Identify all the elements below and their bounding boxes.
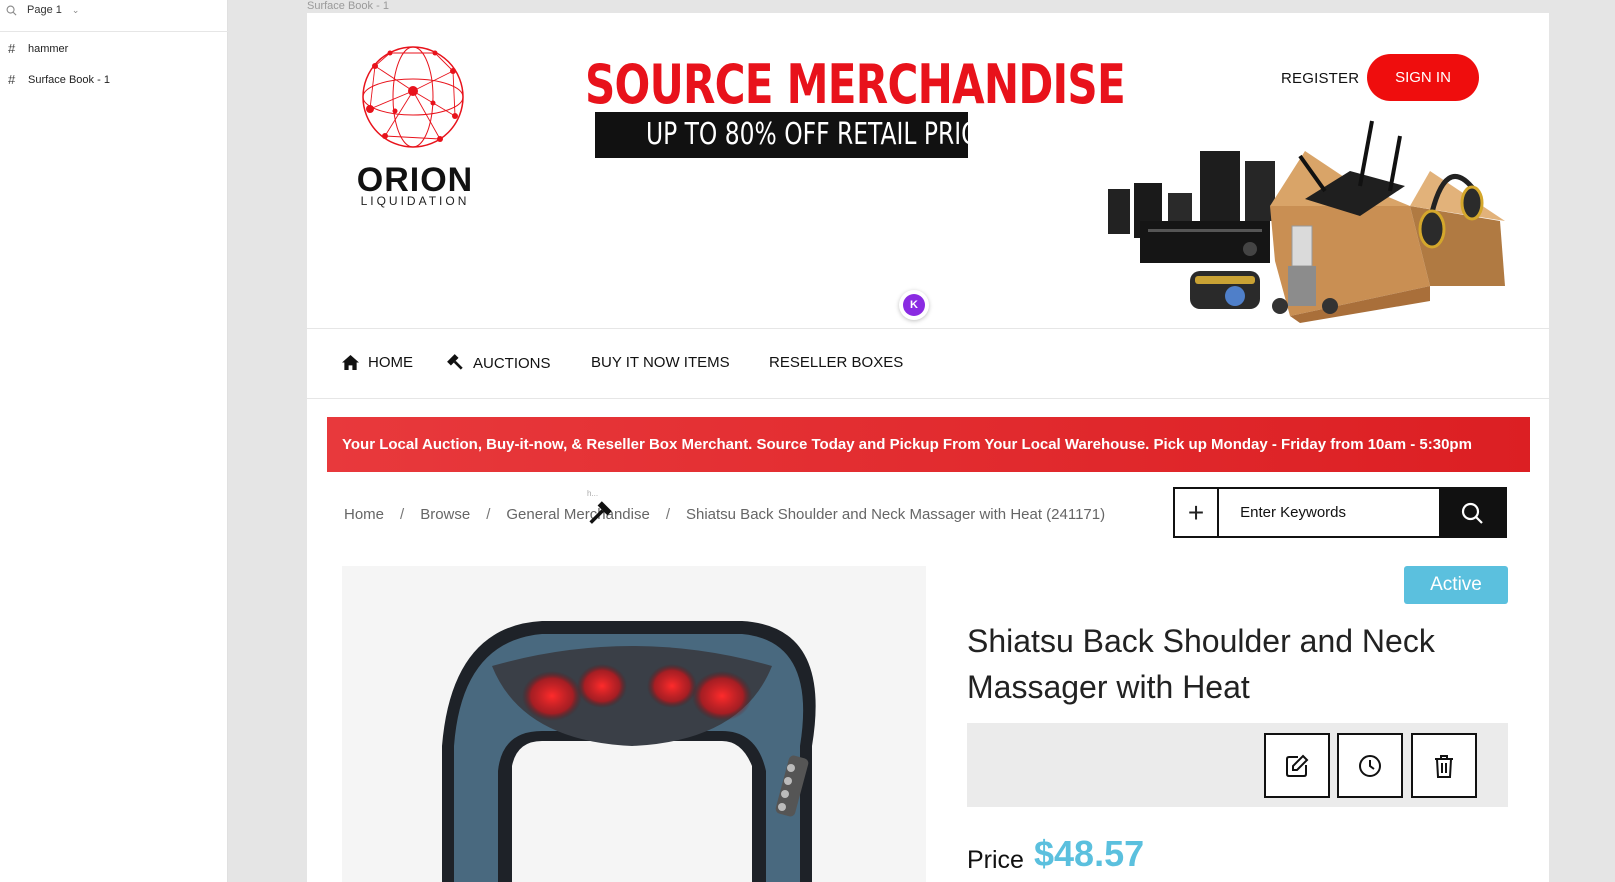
page-selector[interactable]: Page 1 ⌄ — [6, 4, 79, 16]
hover-label: h... — [587, 489, 599, 498]
breadcrumb-separator: / — [400, 506, 405, 523]
nav-reseller-boxes-label: RESELLER BOXES — [769, 354, 904, 371]
product-image[interactable] — [342, 566, 926, 882]
action-bar — [967, 723, 1508, 807]
frame-label[interactable]: Surface Book - 1 — [307, 0, 389, 12]
add-icon[interactable]: + — [1175, 489, 1220, 536]
price-value: $48.57 — [1034, 833, 1145, 874]
status-badge: Active — [1404, 566, 1508, 604]
main-nav: HOME AUCTIONS BUY IT NOW ITEMS RESELLER … — [307, 328, 1549, 399]
search-box: + — [1173, 487, 1507, 538]
globe-network-icon — [362, 46, 464, 148]
product-title: Shiatsu Back Shoulder and Neck Massager … — [967, 623, 1435, 705]
banner-subtitle-text: UP TO 80% OFF RETAIL PRICES — [645, 117, 968, 152]
home-icon — [342, 354, 359, 371]
layer-label: hammer — [28, 42, 69, 55]
gavel-icon — [447, 354, 463, 370]
frame-icon: # — [8, 41, 16, 56]
layers-panel: Page 1 ⌄ # hammer # Surface Book - 1 — [0, 0, 228, 882]
clock-icon — [1359, 754, 1381, 777]
register-link[interactable]: REGISTER — [1281, 70, 1359, 87]
avatar-initial: K — [903, 294, 925, 316]
search-icon[interactable] — [6, 5, 17, 16]
edit-icon — [1286, 754, 1309, 777]
breadcrumb-category[interactable]: General Merchandise — [506, 506, 649, 523]
layer-surface-book[interactable]: # Surface Book - 1 — [8, 72, 110, 87]
breadcrumb-separator: / — [486, 506, 491, 523]
delete-button[interactable] — [1411, 733, 1477, 798]
nav-home[interactable]: HOME — [341, 354, 413, 371]
breadcrumb-home[interactable]: Home — [344, 506, 384, 523]
breadcrumb-browse[interactable]: Browse — [420, 506, 470, 523]
logo-subtitle: LIQUIDATION — [360, 194, 470, 208]
history-button[interactable] — [1337, 733, 1403, 798]
banner-subtitle: UP TO 80% OFF RETAIL PRICES — [595, 112, 968, 158]
search-input[interactable] — [1219, 489, 1440, 536]
breadcrumb-separator: / — [665, 506, 670, 523]
sign-in-button[interactable]: SIGN IN — [1367, 54, 1479, 101]
banner-title: SOURCE MERCHANDISE — [585, 53, 1126, 116]
neck-massager-image — [442, 621, 816, 882]
collaborator-avatar[interactable]: K — [899, 290, 929, 320]
nav-auctions[interactable]: AUCTIONS — [447, 354, 551, 372]
breadcrumb: Home / Browse / General Merchandise / Sh… — [344, 506, 1105, 523]
panel-divider — [0, 31, 228, 32]
nav-buy-it-now-label: BUY IT NOW ITEMS — [591, 354, 730, 371]
layer-hammer[interactable]: # hammer — [8, 41, 68, 56]
notice-banner: Your Local Auction, Buy-it-now, & Resell… — [327, 417, 1530, 472]
price-label: Price — [967, 846, 1024, 874]
canvas-frame: ORION LIQUIDATION SOURCE MERCHANDISE UP … — [307, 13, 1549, 882]
edit-button[interactable] — [1264, 733, 1330, 798]
nav-buy-it-now[interactable]: BUY IT NOW ITEMS — [591, 354, 730, 371]
breadcrumb-current: Shiatsu Back Shoulder and Neck Massager … — [685, 506, 1106, 523]
nav-reseller-boxes[interactable]: RESELLER BOXES — [769, 354, 903, 371]
search-icon — [1461, 502, 1483, 524]
nav-auctions-label: AUCTIONS — [473, 354, 551, 372]
page-selector-label: Page 1 — [27, 4, 62, 16]
chevron-down-icon: ⌄ — [71, 4, 80, 15]
orion-logo[interactable]: ORION LIQUIDATION — [345, 41, 495, 211]
hammer-icon[interactable] — [586, 501, 612, 527]
search-button[interactable] — [1439, 489, 1505, 536]
trash-icon — [1435, 754, 1453, 778]
nav-home-label: HOME — [368, 354, 413, 371]
layer-label: Surface Book - 1 — [28, 73, 110, 86]
frame-icon: # — [8, 72, 16, 87]
merchandise-illustration — [1108, 120, 1505, 323]
